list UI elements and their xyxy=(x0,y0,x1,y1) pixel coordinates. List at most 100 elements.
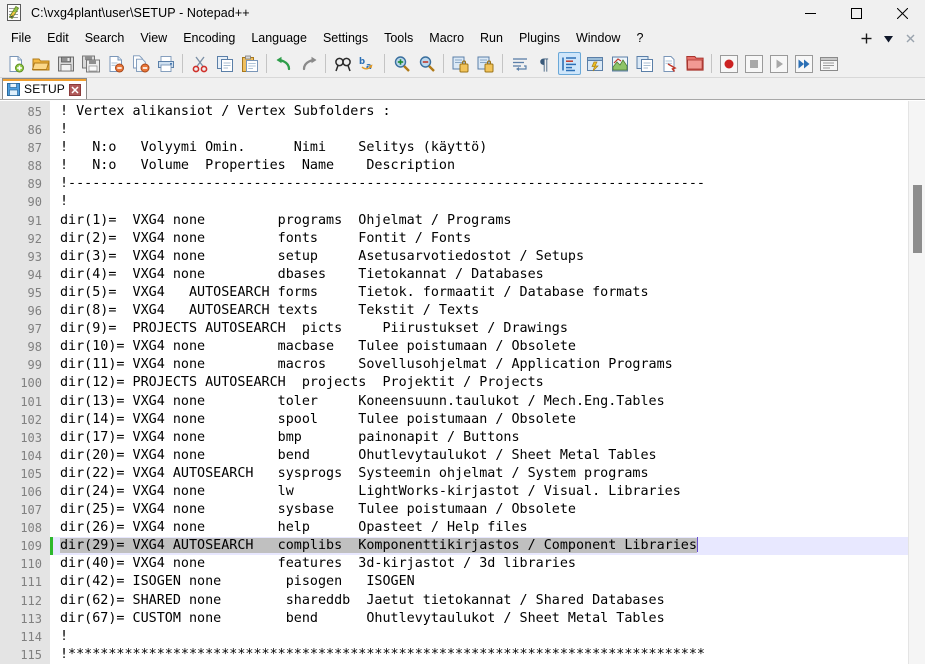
menu-tools[interactable]: Tools xyxy=(376,27,421,49)
code-line[interactable]: ! N:o Volume Properties Name Description xyxy=(50,157,925,175)
code-line[interactable]: dir(4)= VXG4 none dbases Tietokannat / D… xyxy=(50,266,925,284)
code-line[interactable]: dir(22)= VXG4 AUTOSEARCH sysprogs Systee… xyxy=(50,465,925,483)
vertical-scrollbar[interactable] xyxy=(908,101,925,664)
menu-help[interactable]: ? xyxy=(628,27,651,49)
toolbar-separator xyxy=(325,54,326,73)
close-icon[interactable] xyxy=(69,83,81,95)
menu-macro[interactable]: Macro xyxy=(421,27,472,49)
menu-file[interactable]: File xyxy=(3,27,39,49)
code-line[interactable]: dir(5)= VXG4 AUTOSEARCH forms Tietok. fo… xyxy=(50,284,925,302)
code-line[interactable]: dir(67)= CUSTOM none bend Ohutlevytauluk… xyxy=(50,610,925,628)
code-line-text: dir(24)= VXG4 none lw LightWorks-kirjast… xyxy=(60,484,681,499)
code-line[interactable]: dir(42)= ISOGEN none pisogen ISOGEN xyxy=(50,573,925,591)
window-controls xyxy=(787,0,925,26)
sync-horizontal-scroll-icon[interactable] xyxy=(474,52,497,75)
maximize-button[interactable] xyxy=(833,0,879,26)
code-line[interactable]: dir(17)= VXG4 none bmp painonapit / Butt… xyxy=(50,429,925,447)
function-list-icon[interactable] xyxy=(633,52,656,75)
redo-icon[interactable] xyxy=(297,52,320,75)
undo-icon[interactable] xyxy=(272,52,295,75)
menu-bar-right-controls xyxy=(855,26,921,50)
minimize-button[interactable] xyxy=(787,0,833,26)
menu-edit[interactable]: Edit xyxy=(39,27,77,49)
line-number: 104 xyxy=(0,447,50,465)
code-line[interactable]: ! xyxy=(50,121,925,139)
user-defined-language-icon[interactable] xyxy=(583,52,606,75)
close-all-files-icon[interactable] xyxy=(129,52,152,75)
folder-as-workspace-icon[interactable] xyxy=(658,52,681,75)
cut-icon[interactable] xyxy=(188,52,211,75)
show-all-characters-icon[interactable]: ¶ xyxy=(533,52,556,75)
word-wrap-icon[interactable] xyxy=(508,52,531,75)
macro-run-multiple-icon[interactable] xyxy=(792,52,815,75)
code-line[interactable]: dir(14)= VXG4 none spool Tulee poistumaa… xyxy=(50,411,925,429)
new-file-icon[interactable] xyxy=(4,52,27,75)
code-text-area[interactable]: ! Vertex alikansiot / Vertex Subfolders … xyxy=(50,101,925,664)
code-line-text: !***************************************… xyxy=(60,647,705,662)
find-icon[interactable] xyxy=(331,52,354,75)
macro-record-icon[interactable] xyxy=(717,52,740,75)
code-line[interactable]: dir(8)= VXG4 AUTOSEARCH texts Tekstit / … xyxy=(50,302,925,320)
line-number: 99 xyxy=(0,356,50,374)
code-line-text: ! N:o Volyymi Omin. Nimi Selitys (käyttö… xyxy=(60,140,487,155)
zoom-out-icon[interactable] xyxy=(415,52,438,75)
code-line[interactable]: dir(25)= VXG4 none sysbase Tulee poistum… xyxy=(50,501,925,519)
menu-settings[interactable]: Settings xyxy=(315,27,376,49)
save-icon[interactable] xyxy=(54,52,77,75)
code-line[interactable]: dir(12)= PROJECTS AUTOSEARCH projects Pr… xyxy=(50,374,925,392)
code-line-text: ! Vertex alikansiot / Vertex Subfolders … xyxy=(60,104,391,119)
code-line[interactable]: !---------------------------------------… xyxy=(50,175,925,193)
save-blue-icon xyxy=(7,83,20,96)
code-line[interactable]: dir(29)= VXG4 AUTOSEARCH complibs Kompon… xyxy=(50,537,925,555)
code-line-text: dir(22)= VXG4 AUTOSEARCH sysprogs Systee… xyxy=(60,466,649,481)
monitoring-icon[interactable] xyxy=(683,52,706,75)
copy-icon[interactable] xyxy=(213,52,236,75)
code-line[interactable]: dir(40)= VXG4 none features 3d-kirjastot… xyxy=(50,555,925,573)
show-indent-guide-icon[interactable] xyxy=(558,52,581,75)
close-file-icon[interactable] xyxy=(104,52,127,75)
menu-search[interactable]: Search xyxy=(77,27,133,49)
code-line[interactable]: ! N:o Volyymi Omin. Nimi Selitys (käyttö… xyxy=(50,139,925,157)
code-line[interactable]: dir(3)= VXG4 none setup Asetusarvotiedos… xyxy=(50,248,925,266)
print-icon[interactable] xyxy=(154,52,177,75)
code-line[interactable]: ! Vertex alikansiot / Vertex Subfolders … xyxy=(50,103,925,121)
menu-window[interactable]: Window xyxy=(568,27,628,49)
menu-run[interactable]: Run xyxy=(472,27,511,49)
line-number: 113 xyxy=(0,610,50,628)
tab-setup[interactable]: SETUP xyxy=(2,78,87,99)
code-line[interactable]: dir(11)= VXG4 none macros Sovellusohjelm… xyxy=(50,356,925,374)
menu-view[interactable]: View xyxy=(132,27,175,49)
menu-language[interactable]: Language xyxy=(243,27,315,49)
tab-list-dropdown-icon[interactable] xyxy=(877,27,899,49)
macro-save-icon[interactable] xyxy=(817,52,840,75)
zoom-in-icon[interactable] xyxy=(390,52,413,75)
code-line[interactable]: dir(10)= VXG4 none macbase Tulee poistum… xyxy=(50,338,925,356)
code-line[interactable]: ! xyxy=(50,628,925,646)
code-line[interactable]: dir(9)= PROJECTS AUTOSEARCH picts Piirus… xyxy=(50,320,925,338)
tab-label: SETUP xyxy=(24,82,65,96)
close-button[interactable] xyxy=(879,0,925,26)
menu-encoding[interactable]: Encoding xyxy=(175,27,243,49)
macro-play-icon[interactable] xyxy=(767,52,790,75)
code-line[interactable]: dir(13)= VXG4 none toler Koneensuunn.tau… xyxy=(50,393,925,411)
paste-icon[interactable] xyxy=(238,52,261,75)
add-tab-button[interactable] xyxy=(855,27,877,49)
document-map-icon[interactable] xyxy=(608,52,631,75)
close-tab-button[interactable] xyxy=(899,27,921,49)
code-line[interactable]: dir(62)= SHARED none shareddb Jaetut tie… xyxy=(50,592,925,610)
save-all-icon[interactable] xyxy=(79,52,102,75)
code-line[interactable]: dir(24)= VXG4 none lw LightWorks-kirjast… xyxy=(50,483,925,501)
code-line[interactable]: ! xyxy=(50,193,925,211)
open-file-icon[interactable] xyxy=(29,52,52,75)
replace-icon[interactable]: b a xyxy=(356,52,379,75)
menu-plugins[interactable]: Plugins xyxy=(511,27,568,49)
code-line[interactable]: !***************************************… xyxy=(50,646,925,664)
code-line[interactable]: dir(26)= VXG4 none help Opasteet / Help … xyxy=(50,519,925,537)
code-line[interactable]: dir(1)= VXG4 none programs Ohjelmat / Pr… xyxy=(50,212,925,230)
code-line[interactable]: dir(2)= VXG4 none fonts Fontit / Fonts xyxy=(50,230,925,248)
line-number: 98 xyxy=(0,338,50,356)
sync-vertical-scroll-icon[interactable] xyxy=(449,52,472,75)
code-line[interactable]: dir(20)= VXG4 none bend Ohutlevytaulukot… xyxy=(50,447,925,465)
macro-stop-icon[interactable] xyxy=(742,52,765,75)
vertical-scrollbar-thumb[interactable] xyxy=(913,185,922,253)
